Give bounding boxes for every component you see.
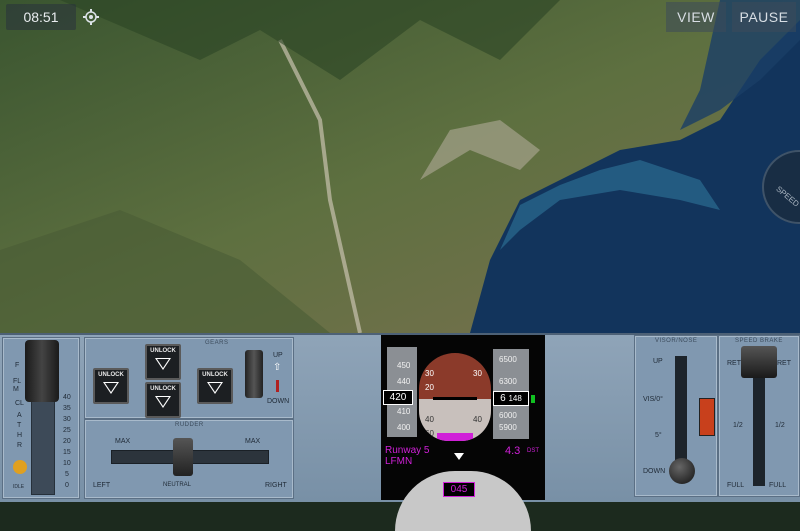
unlock-nose-gear-button[interactable]: UNLOCK: [145, 344, 181, 380]
throttle-scale-35: 35: [63, 405, 71, 412]
unlock-right-gear-button[interactable]: UNLOCK: [197, 368, 233, 404]
primary-flight-display: 450 440 420 410 400 30 20 40 60 30 40 65…: [381, 335, 545, 531]
terrain-map: [0, 0, 800, 333]
unlock-left-gear-button[interactable]: UNLOCK: [93, 368, 129, 404]
gear-lever-up-label: UP: [273, 352, 283, 359]
speed-tick-440: 440: [397, 377, 411, 386]
aircraft-symbol: [433, 397, 477, 400]
throttle-label-cl: CL: [15, 400, 24, 407]
gears-title: GEARS: [205, 340, 229, 346]
alt-tick-6300: 6300: [499, 377, 517, 386]
speed-tick-410: 410: [397, 407, 411, 416]
unlock-center-gear-button[interactable]: UNLOCK: [145, 382, 181, 418]
distance-unit: DST: [527, 448, 539, 454]
unlock-label: UNLOCK: [150, 386, 176, 392]
speed-brake-ret-right: RET: [777, 360, 791, 367]
gear-lever[interactable]: [245, 350, 263, 398]
visor-warning-indicator: [699, 398, 715, 436]
throttle-scale-30: 30: [63, 416, 71, 423]
unlock-label: UNLOCK: [98, 372, 124, 378]
rudder-panel: RUDDER MAX MAX LEFT NEUTRAL RIGHT: [84, 419, 294, 499]
rudder-slider-handle[interactable]: [173, 438, 193, 476]
speed-tick-450: 450: [397, 361, 411, 370]
rudder-title: RUDDER: [175, 422, 204, 428]
throttle-scale-40: 40: [63, 394, 71, 401]
terrain-view: 08:51 VIEW PAUSE SPEED: [0, 0, 800, 333]
speed-brake-full-left: FULL: [727, 482, 745, 489]
throttle-label-f: F: [15, 362, 20, 369]
runway-label: Runway 5: [385, 445, 430, 456]
compass-text: SPEED: [774, 184, 800, 209]
throttle-label-fl: FL: [13, 378, 22, 385]
airport-label: LFMN: [385, 456, 413, 467]
speed-brake-ret-left: RET: [727, 360, 741, 367]
rudder-max-left: MAX: [115, 438, 131, 445]
visor-5-label: 5°: [655, 432, 662, 439]
throttle-idle-label: IDLE: [13, 484, 25, 490]
throttle-label-a: A: [17, 412, 22, 419]
pitch-left-20: 20: [425, 383, 434, 392]
visor-vis-label: VIS/0°: [643, 396, 663, 403]
alt-big: 6: [500, 393, 506, 404]
speed-brake-full-right: FULL: [769, 482, 787, 489]
throttle-warning-icon: [13, 460, 27, 474]
speed-brake-half-left: 1/2: [733, 422, 743, 429]
altitude-readout: 6 148: [493, 391, 529, 406]
alt-tick-5900: 5900: [499, 423, 517, 432]
gear-indicator: [276, 380, 279, 392]
alt-tick-6500: 6500: [499, 355, 517, 364]
pitch-left-30: 30: [425, 369, 434, 378]
throttle-scale-10: 10: [63, 460, 71, 467]
vsi-indicator: [531, 395, 535, 403]
unlock-label: UNLOCK: [202, 372, 228, 378]
throttle-handle[interactable]: [25, 340, 59, 402]
heading-rose: [395, 471, 531, 531]
throttle-label-t: T: [17, 422, 22, 429]
speed-brake-handle[interactable]: [741, 346, 777, 378]
speed-tick-400: 400: [397, 423, 411, 432]
alt-tick-6000: 6000: [499, 411, 517, 420]
throttle-label-h: H: [17, 432, 23, 439]
unlock-label: UNLOCK: [150, 348, 176, 354]
visor-panel: VISOR/NOSE UP VIS/0° 5° DOWN: [634, 335, 718, 497]
throttle-scale-20: 20: [63, 438, 71, 445]
pause-button[interactable]: PAUSE: [732, 2, 796, 32]
throttle-label-m: M: [13, 386, 19, 393]
speed-brake-panel: SPEED BRAKE RET RET 1/2 1/2 FULL FULL: [718, 335, 800, 497]
speed-brake-half-right: 1/2: [775, 422, 785, 429]
visor-down-label: DOWN: [643, 468, 666, 475]
heading-readout: 045: [443, 482, 475, 497]
localizer-bar: [437, 433, 473, 441]
throttle-panel: F FL M CL A T H R 40 35 30 25 20 15 10 5…: [2, 337, 80, 499]
distance-value: 4.3: [505, 445, 521, 457]
throttle-scale-25: 25: [63, 427, 71, 434]
visor-knob[interactable]: [669, 458, 695, 484]
attitude-indicator: 30 20 40 60 30 40: [419, 353, 491, 441]
pitch-left-40: 40: [425, 415, 434, 424]
speed-brake-title: SPEED BRAKE: [735, 338, 783, 344]
settings-gear-icon[interactable]: [82, 8, 100, 26]
view-button[interactable]: VIEW: [666, 2, 726, 32]
throttle-scale-0: 0: [65, 482, 69, 489]
pitch-left-60: 60: [425, 429, 434, 438]
clock-display: 08:51: [6, 4, 76, 30]
rudder-left-label: LEFT: [93, 482, 111, 489]
rudder-right-label: RIGHT: [265, 482, 287, 489]
speed-readout: 420: [383, 390, 413, 405]
throttle-label-r: R: [17, 442, 23, 449]
gears-panel: GEARS UNLOCK UNLOCK UNLOCK UNLOCK UP ⇧ D…: [84, 337, 294, 419]
up-arrow-icon: ⇧: [273, 362, 282, 373]
rudder-neutral-label: NEUTRAL: [163, 482, 192, 488]
pitch-right-40: 40: [473, 415, 482, 424]
alt-small: 148: [508, 394, 522, 403]
pitch-right-30: 30: [473, 369, 482, 378]
gear-lever-down-label: DOWN: [267, 398, 290, 405]
visor-title: VISOR/NOSE: [655, 338, 698, 344]
rudder-max-right: MAX: [245, 438, 261, 445]
visor-up-label: UP: [653, 358, 663, 365]
throttle-scale-5: 5: [65, 471, 69, 478]
throttle-scale-15: 15: [63, 449, 71, 456]
heading-pointer-icon: [454, 453, 464, 460]
